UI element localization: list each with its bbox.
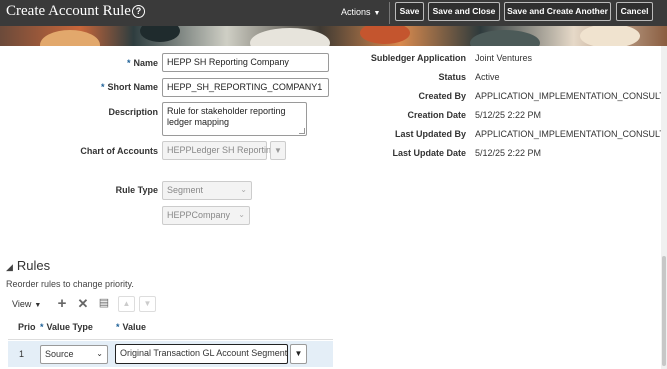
last-update-date-value: 5/12/25 2:22 PM	[475, 148, 542, 158]
chevron-down-icon: ⌄	[238, 210, 245, 219]
actions-menu[interactable]: Actions ▼	[341, 7, 380, 17]
name-label-text: Name	[133, 58, 158, 68]
chevron-down-icon: ▼	[270, 141, 286, 160]
page-title: Create Account Rule	[6, 3, 131, 19]
chevron-down-icon: ⌄	[96, 349, 103, 358]
rules-table-header: Prio * Value Type * Value	[8, 318, 333, 340]
column-value-type: * Value Type	[40, 322, 93, 332]
save-and-close-button[interactable]: Save and Close	[428, 2, 500, 21]
decorative-banner	[0, 26, 667, 46]
chevron-down-icon: ▼	[34, 302, 42, 309]
short-name-label-text: Short Name	[107, 82, 158, 92]
resize-grip-icon[interactable]	[299, 128, 305, 134]
column-value: * Value	[116, 322, 146, 332]
name-label: * Name	[50, 58, 158, 68]
creation-date-value: 5/12/25 2:22 PM	[475, 110, 542, 120]
rules-section-header[interactable]: ◢ Rules	[6, 258, 50, 273]
subledger-application-value: Joint Ventures	[475, 53, 533, 63]
view-menu[interactable]: View ▼	[12, 299, 41, 309]
segment-select: HEPPCompany ⌄	[162, 206, 250, 225]
required-marker: *	[40, 322, 44, 332]
segment-value: HEPPCompany	[167, 210, 231, 220]
page-scrollbar[interactable]	[661, 46, 667, 369]
rule-type-label: Rule Type	[115, 185, 158, 195]
collapse-triangle-icon[interactable]: ◢	[6, 262, 13, 272]
row-priority: 1	[19, 349, 25, 359]
header-divider	[389, 2, 390, 24]
last-updated-by-label: Last Updated By	[394, 129, 466, 139]
column-priority: Prio	[18, 322, 36, 332]
value-input[interactable]: Original Transaction GL Account Segment …	[115, 344, 288, 364]
last-updated-by-value: APPLICATION_IMPLEMENTATION_CONSULTANT	[475, 129, 667, 139]
help-icon[interactable]: ?	[132, 5, 145, 18]
name-input[interactable]: HEPP SH Reporting Company	[162, 53, 329, 72]
value-type-select[interactable]: Source ⌄	[40, 345, 108, 364]
chart-of-accounts-label: Chart of Accounts	[80, 146, 158, 156]
short-name-input[interactable]: HEPP_SH_REPORTING_COMPANY1	[162, 78, 329, 97]
created-by-label: Created By	[418, 91, 466, 101]
actions-label: Actions	[341, 7, 371, 17]
status-label: Status	[438, 72, 466, 82]
scrollbar-thumb[interactable]	[662, 256, 666, 366]
page-header: Create Account Rule ? Actions ▼ Save Save…	[0, 0, 667, 26]
description-label: Description	[108, 107, 158, 117]
value-type-value: Source	[45, 349, 74, 359]
chevron-down-icon: ▼	[373, 10, 381, 17]
table-row[interactable]: 1 Source ⌄ Original Transaction GL Accoun…	[8, 341, 333, 367]
creation-date-label: Creation Date	[407, 110, 466, 120]
detach-icon[interactable]: ▤	[97, 296, 111, 309]
created-by-value: APPLICATION_IMPLEMENTATION_CONSULTANT	[475, 91, 667, 101]
view-label: View	[12, 299, 32, 309]
rule-type-select: Segment ⌄	[162, 181, 252, 200]
value-dropdown-button[interactable]: ▼	[290, 344, 307, 364]
status-value: Active	[475, 72, 500, 82]
short-name-label: * Short Name	[50, 82, 158, 92]
rule-type-value: Segment	[167, 185, 204, 195]
required-marker: *	[116, 322, 120, 332]
rules-title: Rules	[16, 258, 51, 273]
last-update-date-label: Last Update Date	[392, 148, 466, 158]
move-up-icon: ▲	[118, 296, 135, 312]
rules-instruction: Reorder rules to change priority.	[6, 279, 134, 289]
description-textarea[interactable]: Rule for stakeholder reporting ledger ma…	[162, 102, 307, 136]
column-value-label: Value	[122, 322, 147, 332]
chevron-down-icon: ⌄	[240, 185, 247, 194]
description-text: Rule for stakeholder reporting ledger ma…	[167, 106, 286, 127]
move-down-icon: ▼	[139, 296, 156, 312]
cancel-button[interactable]: Cancel	[616, 2, 653, 21]
delete-icon[interactable]: ✕	[76, 296, 90, 312]
subledger-application-label: Subledger Application	[370, 53, 466, 63]
column-value-type-label: Value Type	[46, 322, 93, 332]
chart-of-accounts-select: HEPPLedger SH Reporting	[162, 141, 276, 160]
required-marker: *	[126, 58, 131, 68]
save-button[interactable]: Save	[395, 2, 424, 21]
required-marker: *	[100, 82, 105, 92]
save-and-create-another-button[interactable]: Save and Create Another	[504, 2, 611, 21]
add-icon[interactable]: +	[55, 295, 69, 312]
